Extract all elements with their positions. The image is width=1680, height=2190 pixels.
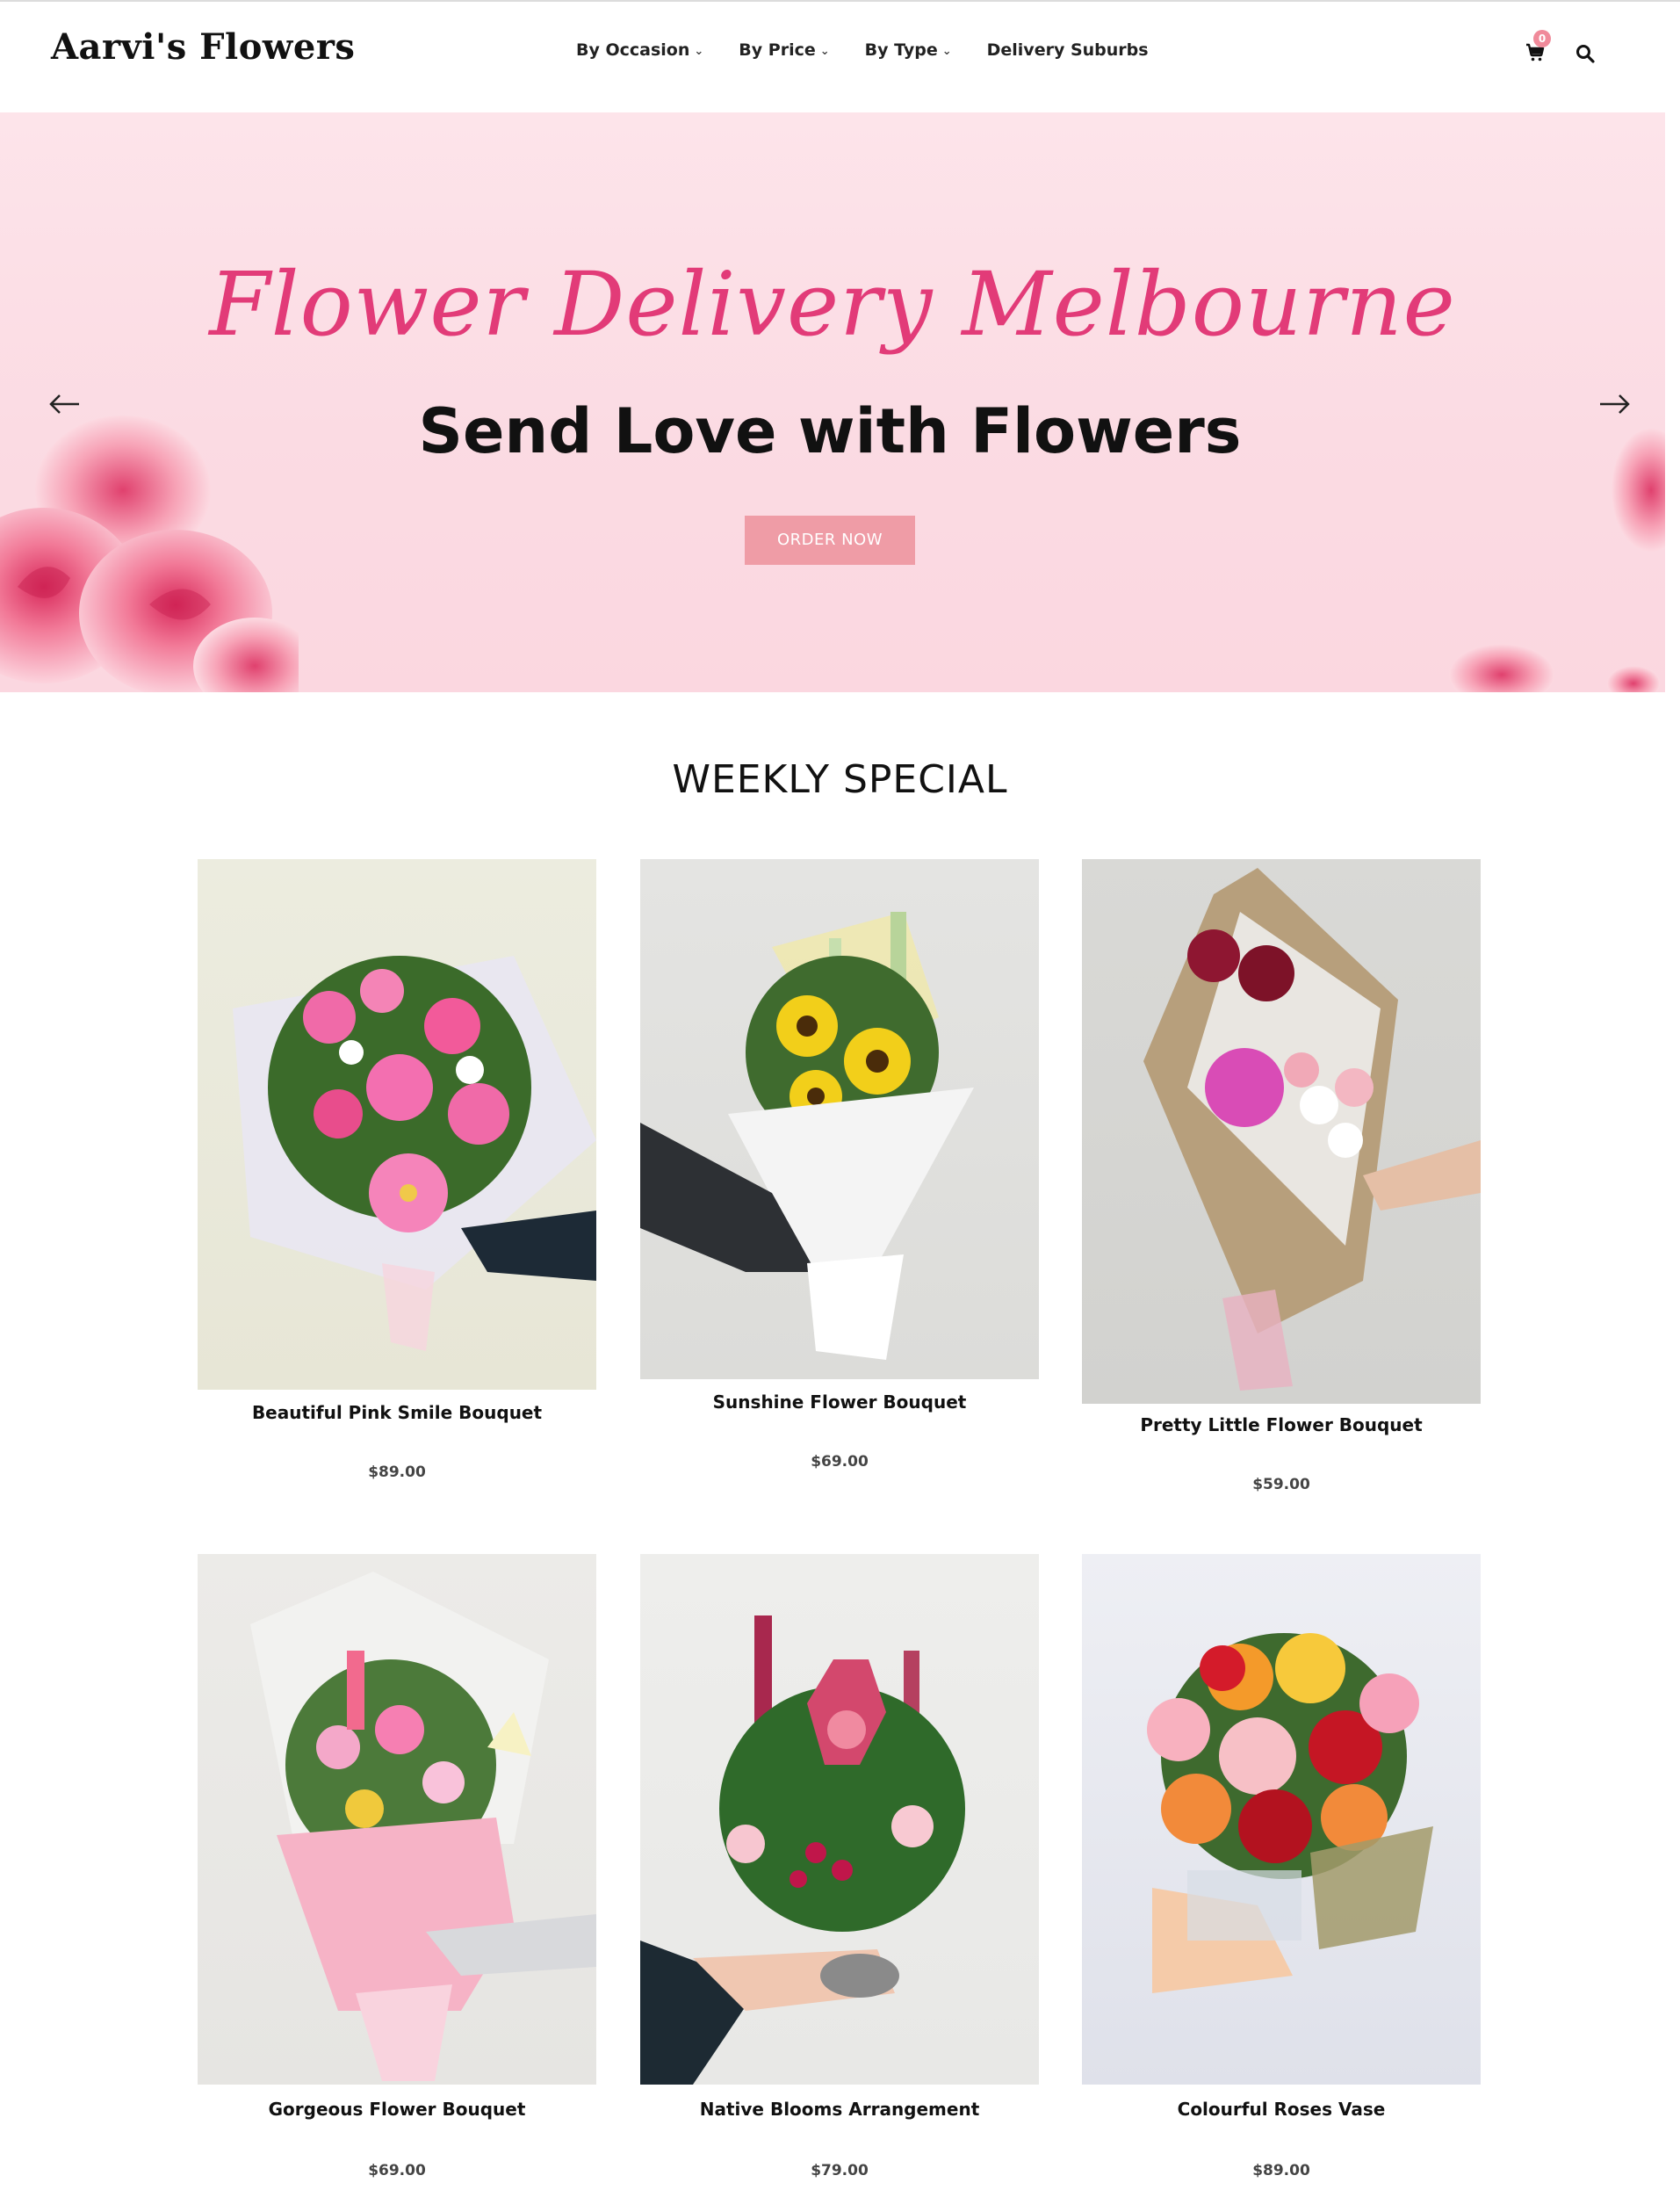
nav-label: Delivery Suburbs xyxy=(986,40,1149,60)
product-card: Pretty Little Flower Bouquet $59.00 xyxy=(1082,859,1481,1500)
product-card: Gorgeous Flower Bouquet $69.00 xyxy=(198,1554,596,2186)
nav-by-price[interactable]: By Price ⌄ xyxy=(739,40,829,60)
product-card: Sunshine Flower Bouquet $69.00 xyxy=(640,859,1039,1492)
product-name[interactable]: Native Blooms Arrangement xyxy=(640,2099,1039,2120)
nav-label: By Price xyxy=(739,40,816,60)
weekly-special-title: WEEKLY SPECIAL xyxy=(672,757,1008,802)
product-name[interactable]: Gorgeous Flower Bouquet xyxy=(198,2099,596,2120)
nav-by-type[interactable]: By Type ⌄ xyxy=(865,40,952,60)
product-name[interactable]: Beautiful Pink Smile Bouquet xyxy=(198,1402,596,1423)
search-icon[interactable] xyxy=(1575,43,1596,64)
product-price: $69.00 xyxy=(368,2162,426,2179)
chevron-down-icon: ⌄ xyxy=(941,44,952,58)
hero-slider: Flower Delivery Melbourne Send Love with… xyxy=(0,112,1665,692)
cart-count-badge: 0 xyxy=(1533,30,1551,47)
product-card: Beautiful Pink Smile Bouquet $89.00 xyxy=(198,859,596,1492)
product-price: $89.00 xyxy=(1252,2162,1310,2179)
product-image[interactable] xyxy=(640,859,1039,1379)
product-name[interactable]: Pretty Little Flower Bouquet xyxy=(1082,1414,1481,1435)
product-price: $89.00 xyxy=(368,1464,426,1481)
product-price: $59.00 xyxy=(1252,1476,1310,1493)
site-header: Aarvi's Flowers By Occasion ⌄ By Price ⌄… xyxy=(0,2,1680,112)
product-price: $69.00 xyxy=(811,1453,869,1471)
product-image[interactable] xyxy=(198,1554,596,2085)
main-nav: By Occasion ⌄ By Price ⌄ By Type ⌄ Deliv… xyxy=(576,40,1149,60)
nav-label: By Type xyxy=(864,40,938,60)
product-image[interactable] xyxy=(1082,859,1481,1404)
nav-label: By Occasion xyxy=(576,40,690,60)
hero-script-heading: Flower Delivery Melbourne xyxy=(209,253,1456,356)
nav-delivery-suburbs[interactable]: Delivery Suburbs xyxy=(987,40,1149,60)
product-image[interactable] xyxy=(198,859,596,1390)
chevron-down-icon: ⌄ xyxy=(819,44,830,58)
product-image[interactable] xyxy=(640,1554,1039,2085)
nav-by-occasion[interactable]: By Occasion ⌄ xyxy=(576,40,703,60)
product-image[interactable] xyxy=(1082,1554,1481,2085)
site-logo[interactable]: Aarvi's Flowers xyxy=(51,26,355,68)
product-price: $79.00 xyxy=(811,2162,869,2179)
product-name[interactable]: Sunshine Flower Bouquet xyxy=(640,1391,1039,1413)
product-name[interactable]: Colourful Roses Vase xyxy=(1082,2099,1481,2120)
hero-heading: Send Love with Flowers xyxy=(418,395,1242,467)
order-now-button[interactable]: ORDER NOW xyxy=(745,516,915,565)
product-card: Native Blooms Arrangement $79.00 xyxy=(640,1554,1039,2186)
product-card: Colourful Roses Vase $89.00 xyxy=(1082,1554,1481,2186)
chevron-down-icon: ⌄ xyxy=(694,44,704,58)
